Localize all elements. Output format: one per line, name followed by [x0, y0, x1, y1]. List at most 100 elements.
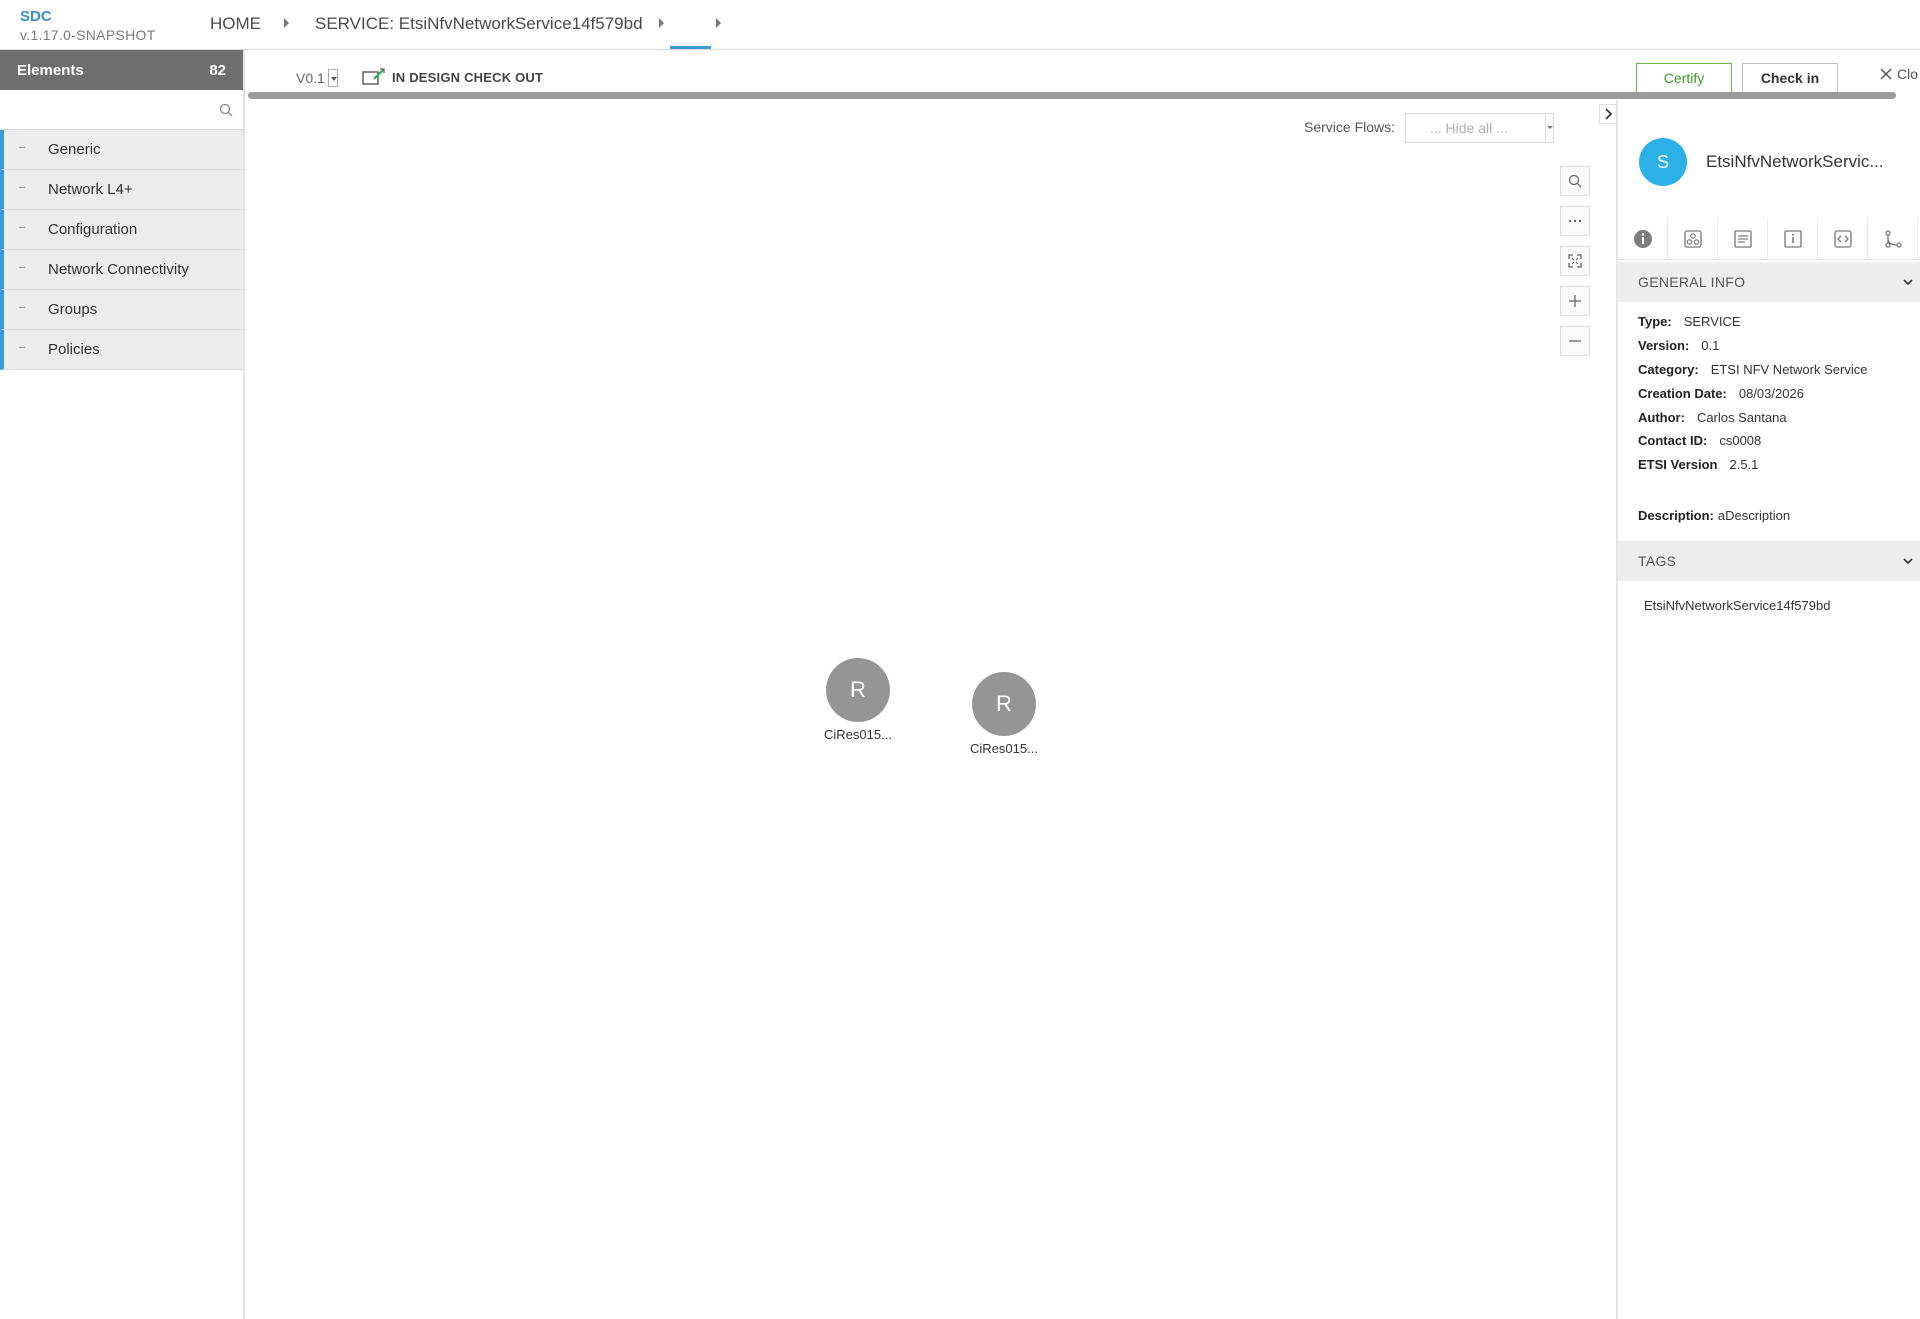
- tab-api[interactable]: [1818, 218, 1868, 260]
- collapse-dash-icon: [19, 267, 25, 268]
- info-value: ETSI NFV Network Service: [1710, 362, 1868, 377]
- tags-title: TAGS: [1638, 553, 1677, 569]
- info-value: 0.1: [1701, 338, 1720, 353]
- tag-item: EtsiNfvNetworkService14f579bd: [1644, 598, 1831, 613]
- chevron-down-icon: [1545, 114, 1553, 142]
- info-key: Version:: [1638, 338, 1690, 353]
- info-row-etsi-version: ETSI Version 2.5.1: [1638, 457, 1758, 472]
- info-key: Type:: [1638, 314, 1672, 329]
- info-value: 2.5.1: [1729, 457, 1759, 472]
- collapse-dash-icon: [19, 307, 25, 308]
- node-icon[interactable]: R: [972, 672, 1036, 736]
- version-select[interactable]: V0.1: [296, 68, 338, 88]
- collapse-dash-icon: [19, 227, 25, 228]
- tab-deployment-artifacts[interactable]: [1718, 218, 1768, 260]
- elements-palette: Elements 82 Generic Network L4+ Configur…: [0, 50, 245, 1319]
- close-label: Clo: [1897, 66, 1919, 82]
- info-key: Description:: [1638, 508, 1714, 523]
- zoom-in-button[interactable]: [1560, 286, 1590, 316]
- palette-search: [0, 90, 243, 130]
- info-value: aDescription: [1717, 508, 1791, 523]
- node-label: CiRes015...: [970, 741, 1038, 756]
- node-icon[interactable]: R: [826, 658, 890, 722]
- category-network-l4[interactable]: Network L4+: [0, 170, 243, 210]
- info-key: Category:: [1638, 362, 1699, 377]
- category-configuration[interactable]: Configuration: [0, 210, 243, 250]
- category-groups[interactable]: Groups: [0, 290, 243, 330]
- info-icon: [1633, 230, 1652, 248]
- breadcrumb-arrow-icon[interactable]: [716, 18, 721, 28]
- fit-to-screen-button[interactable]: [1560, 246, 1590, 276]
- category-label: Network Connectivity: [48, 261, 189, 278]
- breadcrumb-service[interactable]: SERVICE: EtsiNfvNetworkService14f579bd: [315, 14, 643, 34]
- tab-general-info[interactable]: [1618, 218, 1668, 260]
- tab-composition[interactable]: [1668, 218, 1718, 260]
- details-panel: S EtsiNfvNetworkServic... GENERAL INFO T…: [1616, 100, 1920, 1319]
- checkout-status-icon: [362, 68, 385, 85]
- close-button[interactable]: Clo: [1880, 66, 1920, 82]
- canvas-node[interactable]: R CiRes015...: [954, 672, 1054, 756]
- category-policies[interactable]: Policies: [0, 330, 243, 370]
- category-label: Policies: [48, 341, 100, 358]
- info-row-category: Category: ETSI NFV Network Service: [1638, 362, 1867, 377]
- info-row-type: Type: SERVICE: [1638, 314, 1741, 329]
- collapse-dash-icon: [19, 187, 25, 188]
- service-flows-value: ... Hide all ...: [1430, 120, 1508, 136]
- zoom-out-button[interactable]: [1560, 326, 1590, 356]
- check-in-button[interactable]: Check in: [1742, 63, 1838, 93]
- fit-icon: [1568, 254, 1582, 268]
- info-row-author: Author: Carlos Santana: [1638, 410, 1787, 425]
- chevron-down-icon[interactable]: [327, 69, 338, 87]
- canvas-search-button[interactable]: [1560, 166, 1590, 196]
- breadcrumb-arrow-icon[interactable]: [659, 18, 664, 28]
- elements-count: 82: [209, 61, 226, 79]
- node-label: CiRes015...: [824, 727, 892, 742]
- info-value: Carlos Santana: [1696, 410, 1787, 425]
- service-avatar: S: [1639, 138, 1687, 186]
- breadcrumb-home[interactable]: HOME: [210, 14, 261, 34]
- info-row-creation-date: Creation Date: 08/03/2026: [1638, 386, 1804, 401]
- tab-properties[interactable]: [1768, 218, 1818, 260]
- chevron-down-icon: [1903, 279, 1913, 286]
- certify-button[interactable]: Certify: [1636, 63, 1732, 93]
- info-value: cs0008: [1719, 433, 1762, 448]
- brand[interactable]: SDC v.1.17.0-SNAPSHOT: [20, 8, 156, 44]
- version-value: V0.1: [296, 70, 325, 86]
- distribution-icon: [1884, 230, 1902, 248]
- chevron-down-icon: [1903, 558, 1913, 565]
- info-key: Creation Date:: [1638, 386, 1727, 401]
- details-tabs: [1618, 218, 1920, 260]
- collapse-dash-icon: [19, 347, 25, 348]
- top-navigation-bar: SDC v.1.17.0-SNAPSHOT HOME SERVICE: Etsi…: [0, 0, 1920, 50]
- canvas-node[interactable]: R CiRes015...: [808, 658, 908, 742]
- api-icon: [1833, 230, 1852, 248]
- info-row-contact-id: Contact ID: cs0008: [1638, 433, 1761, 448]
- info-row-description: Description: aDescription: [1638, 508, 1790, 523]
- category-generic[interactable]: Generic: [0, 130, 243, 170]
- service-flows-select[interactable]: ... Hide all ...: [1405, 113, 1554, 143]
- search-icon[interactable]: [219, 103, 233, 117]
- brand-name[interactable]: SDC: [20, 8, 156, 26]
- panel-title: EtsiNfvNetworkServic...: [1706, 152, 1884, 171]
- lifecycle-status: IN DESIGN CHECK OUT: [362, 68, 543, 86]
- tags-header[interactable]: TAGS: [1618, 541, 1920, 581]
- category-label: Generic: [48, 141, 101, 158]
- category-network-connectivity[interactable]: Network Connectivity: [0, 250, 243, 290]
- canvas-more-button[interactable]: [1560, 206, 1590, 236]
- info-key: Contact ID:: [1638, 433, 1708, 448]
- properties-icon: [1783, 230, 1802, 248]
- breadcrumb-arrow-icon[interactable]: [284, 18, 289, 28]
- chevron-right-icon: [1605, 108, 1612, 120]
- collapse-panel-button[interactable]: [1599, 104, 1617, 124]
- info-key: ETSI Version: [1638, 457, 1718, 472]
- palette-search-input[interactable]: [0, 90, 243, 129]
- status-text: IN DESIGN CHECK OUT: [392, 69, 544, 85]
- horizontal-scrollbar[interactable]: [248, 92, 1896, 99]
- category-label: Configuration: [48, 221, 138, 238]
- general-info-title: GENERAL INFO: [1638, 274, 1746, 290]
- tab-distribution[interactable]: [1868, 218, 1918, 260]
- general-info-header[interactable]: GENERAL INFO: [1618, 262, 1920, 302]
- category-label: Groups: [48, 301, 98, 318]
- info-value: 08/03/2026: [1738, 386, 1804, 401]
- composition-icon: [1683, 230, 1702, 248]
